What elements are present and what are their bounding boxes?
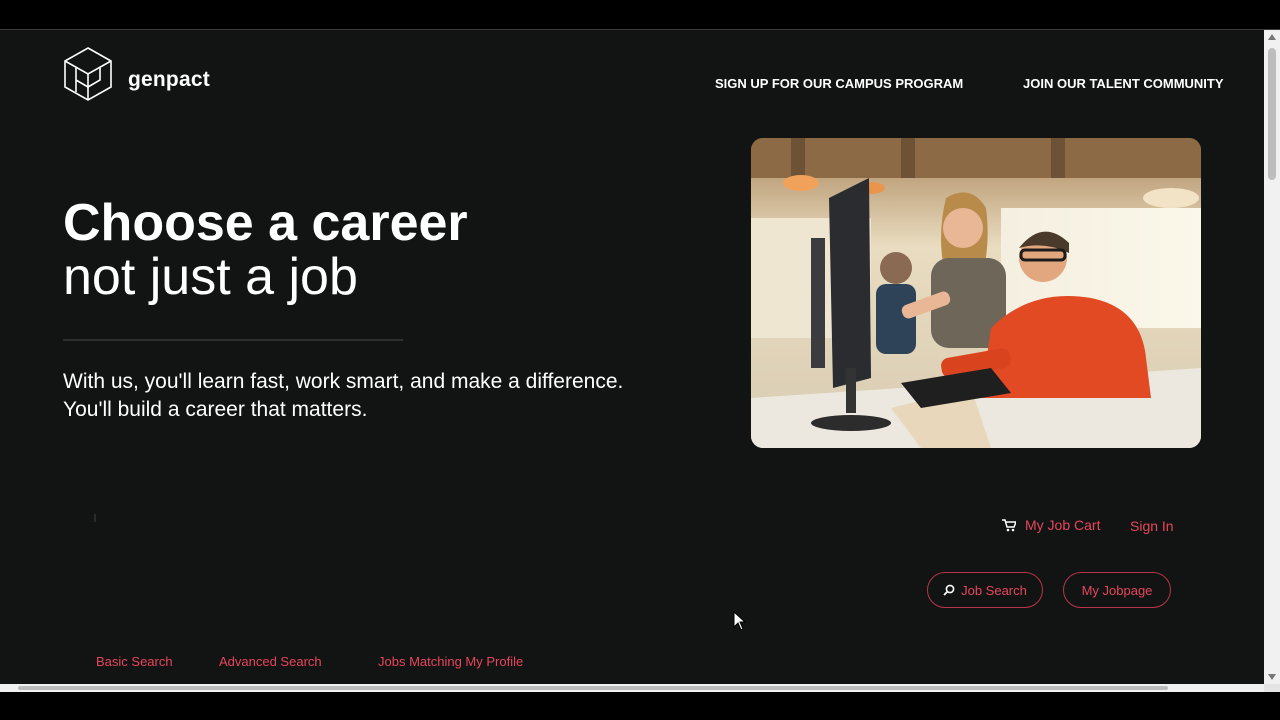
nav-campus-program[interactable]: SIGN UP FOR OUR CAMPUS PROGRAM	[715, 76, 963, 91]
scroll-up-arrow-icon[interactable]	[1268, 34, 1276, 40]
brand-name: genpact	[128, 68, 210, 91]
tab-jobs-matching-profile[interactable]: Jobs Matching My Profile	[378, 654, 523, 669]
office-people-photo	[751, 138, 1201, 448]
scroll-down-arrow-icon[interactable]	[1268, 674, 1276, 680]
vertical-scrollbar[interactable]	[1264, 30, 1280, 684]
tab-basic-search[interactable]: Basic Search	[96, 654, 173, 669]
vertical-scroll-thumb[interactable]	[1268, 48, 1276, 180]
job-search-button[interactable]: Job Search	[927, 572, 1043, 608]
horizontal-scrollbar[interactable]	[0, 684, 1264, 692]
search-icon	[943, 584, 955, 596]
hero-title-line-1: Choose a career	[63, 194, 468, 252]
nav-talent-community[interactable]: JOIN OUR TALENT COMMUNITY	[1023, 76, 1224, 91]
hero-divider	[63, 339, 403, 341]
hero-subtitle: With us, you'll learn fast, work smart, …	[63, 370, 624, 421]
hero-photo	[751, 138, 1201, 448]
tab-advanced-search[interactable]: Advanced Search	[219, 654, 322, 669]
my-jobpage-button[interactable]: My Jobpage	[1063, 572, 1171, 608]
my-job-cart-link[interactable]: My Job Cart	[1002, 517, 1100, 533]
genpact-logo[interactable]: genpact	[62, 46, 210, 114]
hero-title-line-2: not just a job	[63, 248, 358, 306]
shopping-cart-icon	[1002, 518, 1016, 531]
scrollbar-corner	[1264, 684, 1280, 692]
divider-speck	[94, 514, 96, 522]
sign-in-link[interactable]: Sign In	[1130, 518, 1174, 534]
my-job-cart-label: My Job Cart	[1025, 517, 1101, 533]
hero-title: Choose a career not just a job	[63, 196, 468, 304]
mouse-cursor-icon	[733, 611, 747, 631]
my-jobpage-label: My Jobpage	[1081, 582, 1153, 598]
job-search-label: Job Search	[961, 582, 1027, 598]
horizontal-scroll-thumb[interactable]	[18, 686, 1168, 690]
page-viewport: genpact SIGN UP FOR OUR CAMPUS PROGRAM J…	[0, 30, 1264, 684]
logo-cube-icon	[64, 47, 112, 101]
